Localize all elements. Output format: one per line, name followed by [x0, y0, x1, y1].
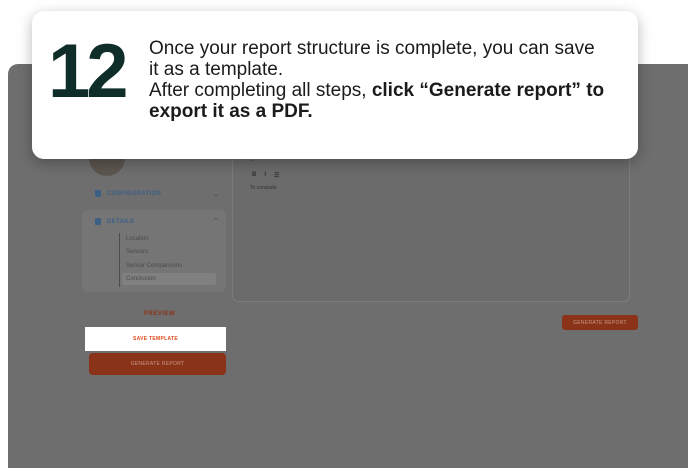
editor-toolbar: B I ☰ — [252, 172, 279, 179]
preview-link[interactable]: PREVIEW — [144, 311, 175, 317]
sub-list-line — [119, 233, 120, 287]
sidebar-item-details[interactable]: DETAILS — [95, 218, 134, 225]
configuration-icon — [95, 190, 101, 197]
sidebar-subitem-sensors[interactable]: Sensors — [126, 249, 148, 255]
callout-line-2-prefix: After completing all steps, — [149, 80, 372, 101]
list-button[interactable]: ☰ — [274, 172, 279, 179]
sidebar-item-configuration[interactable]: CONFIGURATION — [95, 190, 161, 197]
generate-report-button[interactable]: GENERATE REPORT — [562, 315, 638, 330]
sidebar-subitem-sensor-comparisons[interactable]: Sensor Comparisons — [126, 263, 182, 269]
sidebar-item-label: CONFIGURATION — [107, 190, 162, 197]
callout-line-1: Once your report structure is complete, … — [149, 38, 595, 80]
step-number: 12 — [48, 29, 129, 114]
sidebar-item-label: DETAILS — [107, 218, 135, 225]
italic-button[interactable]: I — [264, 172, 266, 179]
generate-report-sidebar-button[interactable]: GENERATE REPORT — [89, 353, 226, 375]
callout-text: Once your report structure is complete, … — [149, 38, 609, 122]
details-icon — [95, 218, 101, 225]
save-template-button[interactable]: SAVE TEMPLATE — [85, 327, 226, 351]
sidebar-subitem-location[interactable]: Location — [126, 236, 149, 242]
editor-content[interactable]: To conclude — [250, 185, 277, 191]
chevron-down-icon[interactable]: ⌄ — [213, 190, 219, 198]
editor-panel — [232, 150, 630, 302]
sidebar-subitem-conclusion[interactable]: Conclusion — [122, 273, 216, 285]
bold-button[interactable]: B — [252, 172, 256, 179]
chevron-up-icon[interactable]: ⌃ — [213, 217, 219, 225]
